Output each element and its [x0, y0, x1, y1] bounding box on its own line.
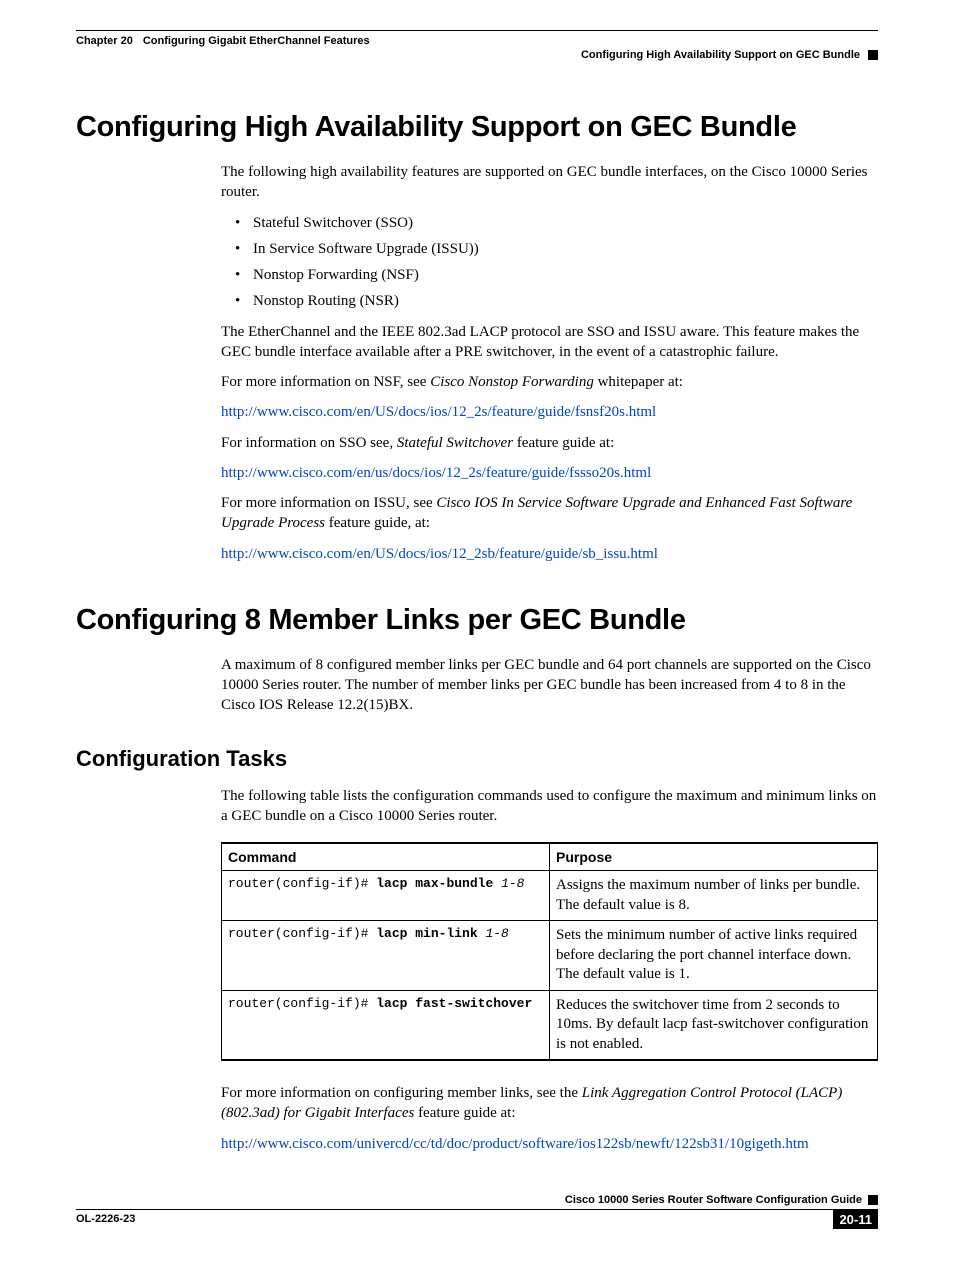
section-header-row: Configuring High Availability Support on… — [76, 49, 878, 61]
list-item: Nonstop Forwarding (NSF) — [221, 265, 878, 285]
paragraph: For information on SSO see, Stateful Swi… — [221, 433, 878, 453]
table-row: router(config-if)# lacp max-bundle 1-8 A… — [222, 871, 878, 921]
chapter-title: Configuring Gigabit EtherChannel Feature… — [143, 35, 370, 47]
section2-subheading: Configuration Tasks — [76, 746, 878, 772]
list-item: Stateful Switchover (SSO) — [221, 213, 878, 233]
table-row: router(config-if)# lacp fast-switchover … — [222, 990, 878, 1060]
tasks-intro: The following table lists the configurat… — [221, 786, 878, 827]
paragraph: For more information on ISSU, see Cisco … — [221, 493, 878, 534]
chapter-label: Chapter 20 — [76, 35, 133, 47]
col-command: Command — [222, 843, 550, 871]
feature-list: Stateful Switchover (SSO) In Service Sof… — [221, 213, 878, 312]
paragraph: The EtherChannel and the IEEE 802.3ad LA… — [221, 322, 878, 363]
col-purpose: Purpose — [550, 843, 878, 871]
paragraph: For more information on configuring memb… — [221, 1083, 878, 1124]
list-item: In Service Software Upgrade (ISSU)) — [221, 239, 878, 259]
list-item: Nonstop Routing (NSR) — [221, 291, 878, 311]
cell-purpose: Sets the minimum number of active links … — [550, 921, 878, 991]
section1-intro: The following high availability features… — [221, 162, 878, 203]
footer-marker-icon — [868, 1195, 878, 1205]
table-row: router(config-if)# lacp min-link 1-8 Set… — [222, 921, 878, 991]
cell-purpose: Reduces the switchover time from 2 secon… — [550, 990, 878, 1060]
command-table: Command Purpose router(config-if)# lacp … — [221, 842, 878, 1061]
paragraph: For more information on NSF, see Cisco N… — [221, 372, 878, 392]
page-footer: Cisco 10000 Series Router Software Confi… — [76, 1194, 878, 1229]
page-number: 20-11 — [833, 1210, 878, 1229]
sso-link[interactable]: http://www.cisco.com/en/us/docs/ios/12_2… — [221, 465, 651, 481]
footer-guide-title: Cisco 10000 Series Router Software Confi… — [565, 1194, 862, 1206]
doc-id: OL-2226-23 — [76, 1213, 135, 1225]
running-header: Chapter 20 Configuring Gigabit EtherChan… — [76, 30, 878, 47]
section2-intro: A maximum of 8 configured member links p… — [221, 655, 878, 716]
lacp-link[interactable]: http://www.cisco.com/univercd/cc/td/doc/… — [221, 1136, 809, 1152]
nsf-link[interactable]: http://www.cisco.com/en/US/docs/ios/12_2… — [221, 404, 656, 420]
section1-heading: Configuring High Availability Support on… — [76, 111, 878, 144]
section2-heading: Configuring 8 Member Links per GEC Bundl… — [76, 604, 878, 637]
header-marker-icon — [868, 50, 878, 60]
issu-link[interactable]: http://www.cisco.com/en/US/docs/ios/12_2… — [221, 546, 658, 562]
cell-purpose: Assigns the maximum number of links per … — [550, 871, 878, 921]
section-header: Configuring High Availability Support on… — [581, 49, 860, 61]
